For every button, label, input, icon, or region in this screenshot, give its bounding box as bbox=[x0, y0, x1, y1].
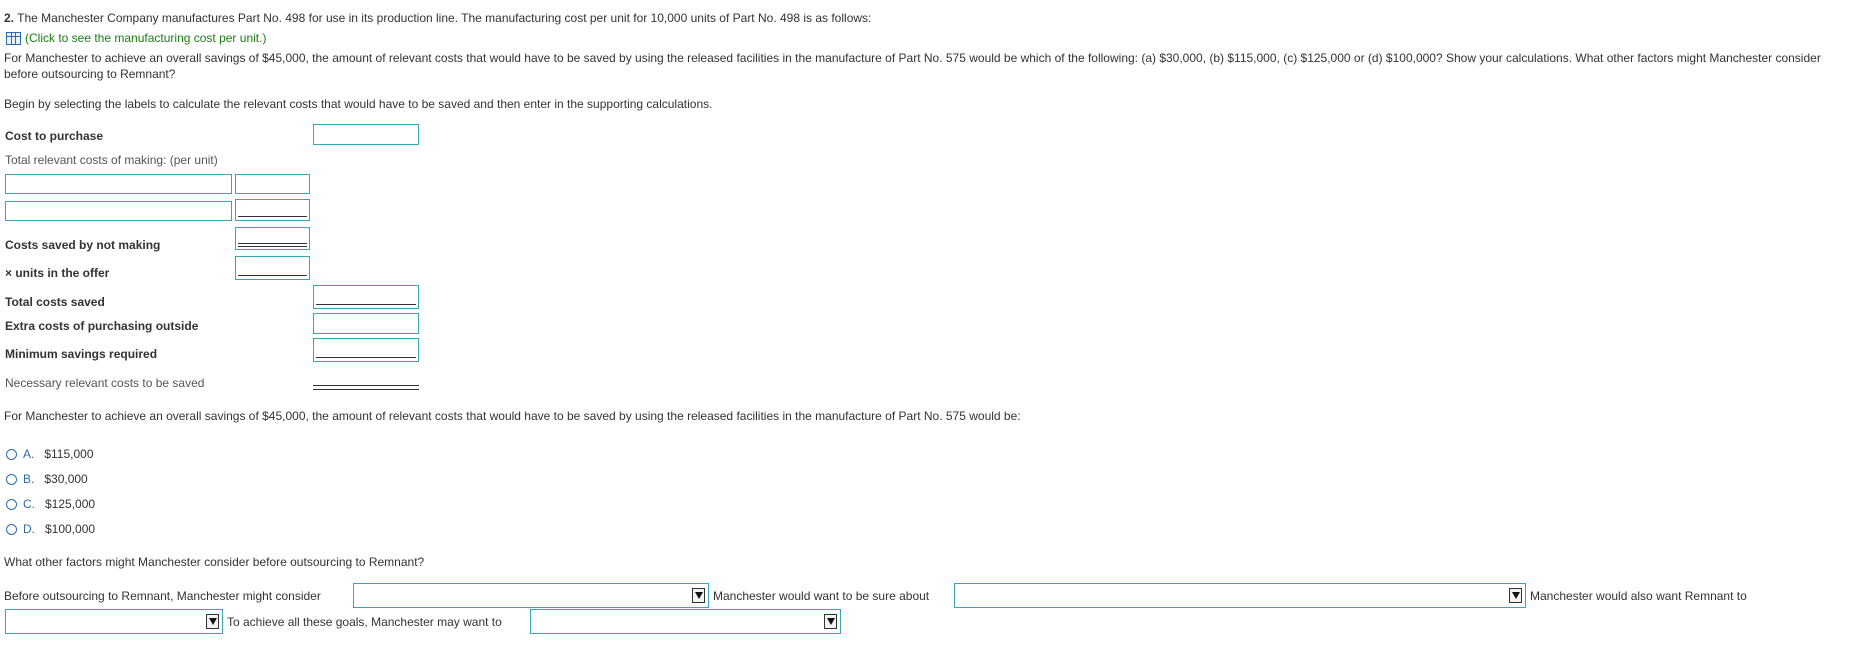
radio-button-a[interactable] bbox=[6, 448, 17, 460]
factors-sentence-2: Manchester would want to be sure about bbox=[713, 589, 930, 603]
question-text: The Manchester Company manufactures Part… bbox=[17, 11, 872, 25]
chevron-down-icon[interactable] bbox=[824, 614, 837, 629]
chevron-down-icon[interactable] bbox=[692, 588, 705, 603]
instruction-text: Begin by selecting the labels to calcula… bbox=[4, 97, 713, 111]
relevant-cost-input-1[interactable] bbox=[235, 174, 310, 194]
label-units-offer: × units in the offer bbox=[5, 266, 110, 280]
label-costs-saved: Costs saved by not making bbox=[5, 238, 161, 252]
necessary-costs-double-underline bbox=[313, 385, 419, 390]
mc-stem: For Manchester to achieve an overall sav… bbox=[4, 409, 1021, 423]
units-offer-input[interactable] bbox=[235, 256, 310, 280]
factor-select-4[interactable] bbox=[530, 609, 841, 634]
table-icon bbox=[6, 31, 21, 45]
question-prompt: For Manchester to achieve an overall sav… bbox=[4, 51, 1821, 81]
radio-button-c[interactable] bbox=[6, 498, 17, 510]
link-label[interactable]: (Click to see the manufacturing cost per… bbox=[25, 31, 266, 45]
option-text: $125,000 bbox=[45, 497, 96, 511]
option-letter: D. bbox=[23, 522, 35, 536]
option-text: $115,000 bbox=[44, 447, 94, 461]
factors-question: What other factors might Manchester cons… bbox=[4, 555, 425, 569]
total-costs-saved-input[interactable] bbox=[313, 285, 419, 309]
chevron-down-icon[interactable] bbox=[206, 614, 219, 629]
option-text: $100,000 bbox=[45, 522, 96, 536]
option-text: $30,000 bbox=[44, 472, 88, 486]
relevant-cost-label-select-2[interactable] bbox=[5, 201, 232, 221]
option-a[interactable]: A. $115,000 bbox=[6, 447, 94, 461]
question-header: 2. The Manchester Company manufactures P… bbox=[4, 11, 871, 25]
manufacturing-cost-link[interactable]: (Click to see the manufacturing cost per… bbox=[6, 31, 266, 45]
factors-sentence-4: To achieve all these goals, Manchester m… bbox=[227, 615, 502, 629]
factors-sentence-1: Before outsourcing to Remnant, Mancheste… bbox=[4, 589, 321, 603]
option-b[interactable]: B. $30,000 bbox=[6, 472, 88, 486]
option-letter: A. bbox=[23, 447, 35, 461]
relevant-cost-input-2[interactable] bbox=[235, 199, 310, 221]
radio-button-b[interactable] bbox=[6, 473, 17, 485]
label-total-costs-saved: Total costs saved bbox=[5, 295, 105, 309]
costs-saved-input[interactable] bbox=[235, 227, 310, 250]
factor-select-3[interactable] bbox=[5, 609, 223, 634]
option-d[interactable]: D. $100,000 bbox=[6, 522, 95, 536]
label-minimum-savings: Minimum savings required bbox=[5, 347, 158, 361]
minimum-savings-input[interactable] bbox=[313, 338, 419, 362]
label-necessary-costs: Necessary relevant costs to be saved bbox=[5, 376, 205, 390]
label-total-relevant-costs: Total relevant costs of making: (per uni… bbox=[5, 153, 218, 167]
factors-sentence-3: Manchester would also want Remnant to bbox=[1530, 589, 1747, 603]
chevron-down-icon[interactable] bbox=[1509, 588, 1522, 603]
cost-to-purchase-input[interactable] bbox=[313, 124, 419, 145]
option-c[interactable]: C. $125,000 bbox=[6, 497, 95, 511]
extra-costs-input[interactable] bbox=[313, 313, 419, 334]
question-number: 2. bbox=[4, 11, 15, 25]
option-letter: C. bbox=[23, 497, 35, 511]
option-letter: B. bbox=[23, 472, 35, 486]
label-cost-to-purchase: Cost to purchase bbox=[5, 129, 104, 143]
label-extra-costs: Extra costs of purchasing outside bbox=[5, 319, 199, 333]
relevant-cost-label-select-1[interactable] bbox=[5, 174, 232, 194]
factor-select-1[interactable] bbox=[353, 583, 709, 608]
radio-button-d[interactable] bbox=[6, 523, 17, 535]
factor-select-2[interactable] bbox=[954, 583, 1526, 608]
